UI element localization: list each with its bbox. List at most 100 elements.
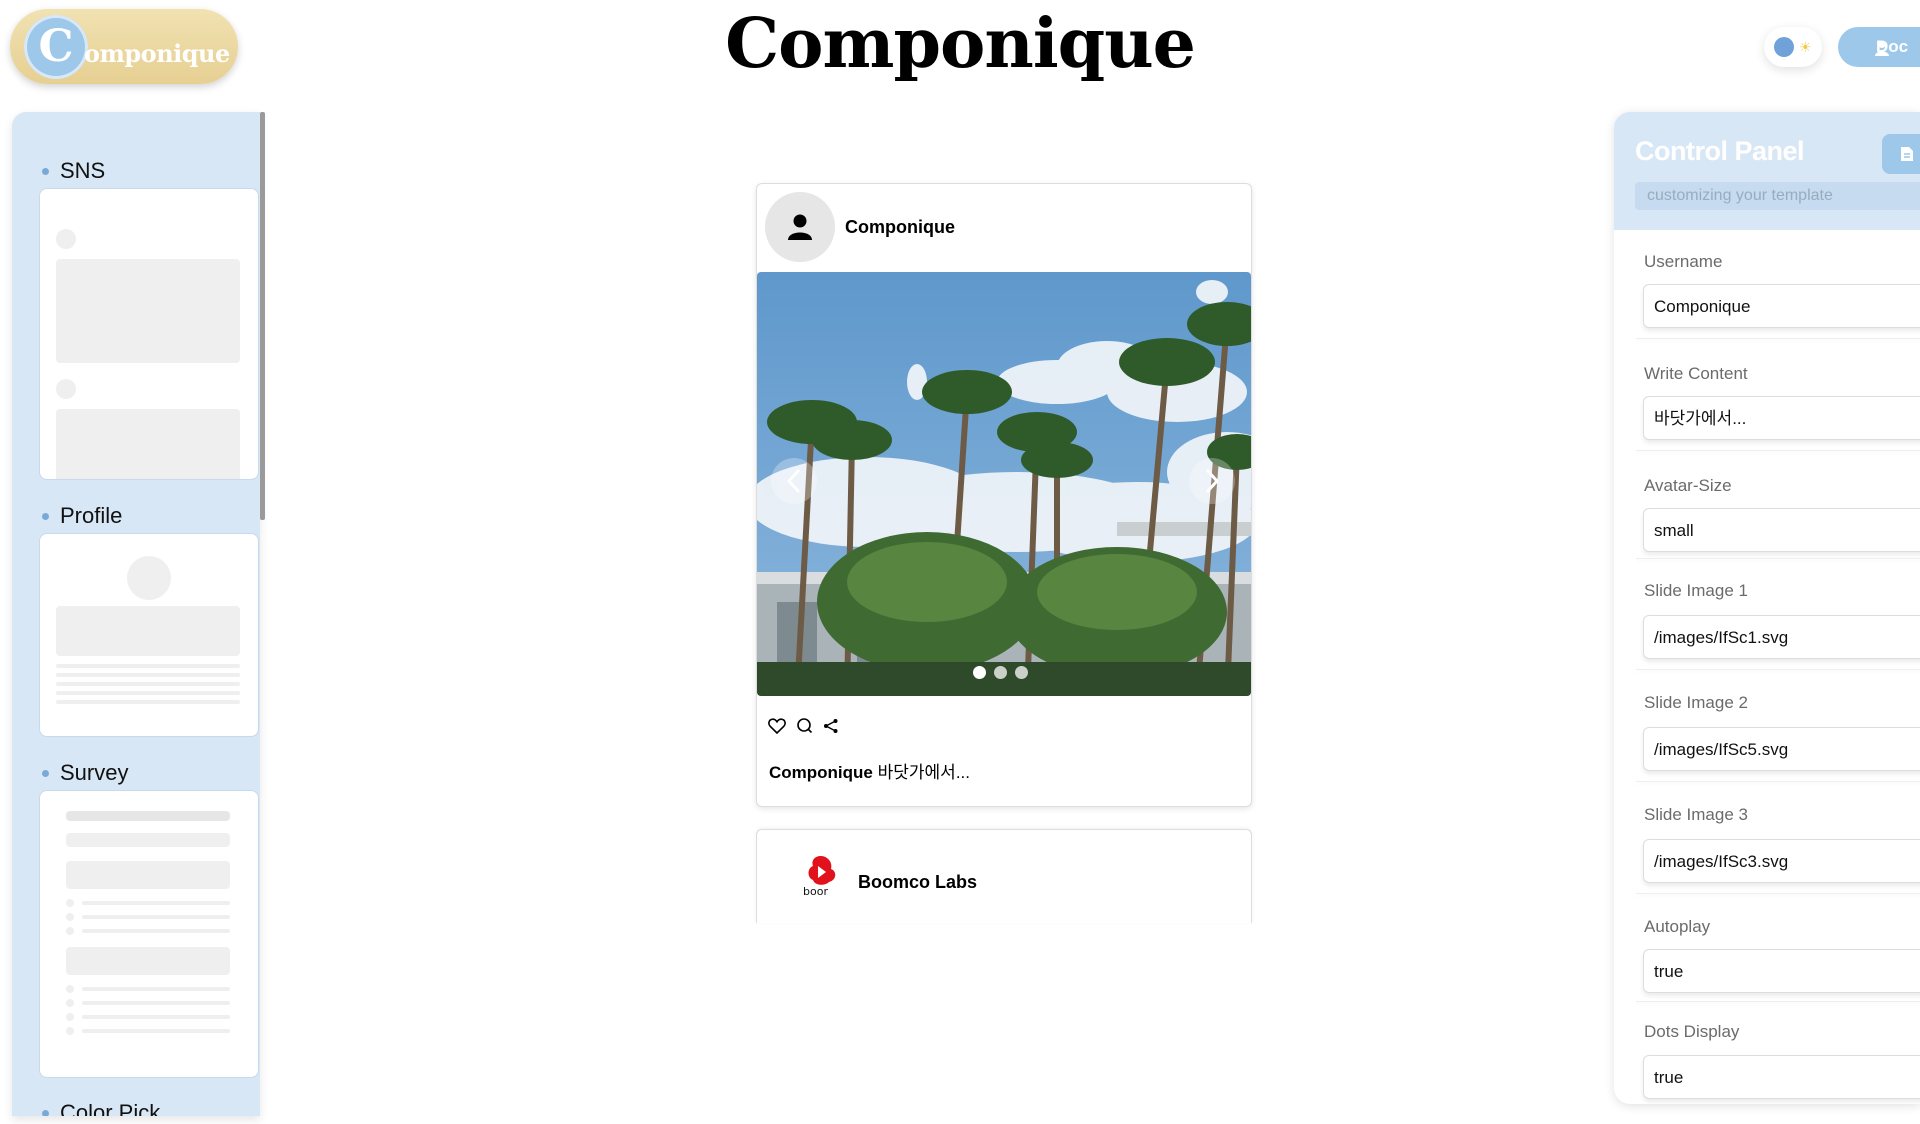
sidebar-section-label: Profile bbox=[60, 503, 123, 528]
sidebar-section-profile[interactable]: Profile bbox=[42, 503, 122, 529]
sidebar-section-label: SNS bbox=[60, 158, 106, 183]
skeleton-line bbox=[66, 811, 230, 821]
skeleton-image bbox=[56, 259, 240, 363]
skeleton-check bbox=[66, 985, 74, 993]
boomco-logo-text: boor bbox=[803, 885, 828, 898]
caption-text: 바닷가에서... bbox=[872, 763, 970, 782]
sns-preview-card[interactable] bbox=[39, 188, 259, 480]
chevron-right-icon bbox=[1205, 468, 1220, 494]
autoplay-select[interactable]: true bbox=[1643, 949, 1920, 993]
field-label-avatar-size: Avatar-Size bbox=[1644, 476, 1732, 495]
avatar-size-select[interactable]: small bbox=[1643, 508, 1920, 552]
profile-preview-card[interactable] bbox=[39, 533, 259, 737]
bullet-icon bbox=[42, 167, 49, 175]
skeleton-line bbox=[82, 1001, 230, 1005]
skeleton-line bbox=[56, 682, 240, 686]
slide-image-3-input[interactable]: /images/IfSc3.svg bbox=[1643, 839, 1920, 883]
slider-dots bbox=[973, 666, 1028, 679]
bullet-icon bbox=[42, 769, 49, 777]
survey-preview-card[interactable] bbox=[39, 790, 259, 1078]
post-caption: Componique 바닷가에서... bbox=[769, 758, 970, 783]
docs-button[interactable]: Doc bbox=[1838, 27, 1920, 67]
skeleton-line bbox=[66, 833, 230, 847]
copy-code-button[interactable] bbox=[1882, 134, 1920, 174]
chevron-left-icon bbox=[786, 468, 801, 494]
comment-icon[interactable] bbox=[796, 717, 813, 734]
skeleton-line bbox=[82, 987, 230, 991]
skeleton-block bbox=[66, 861, 230, 889]
dots-display-select[interactable]: true bbox=[1643, 1055, 1920, 1099]
skeleton-image bbox=[56, 409, 240, 479]
skeleton-line bbox=[82, 1015, 230, 1019]
slider-dot[interactable] bbox=[994, 666, 1007, 679]
sns-post: boor Boomco Labs bbox=[756, 829, 1252, 923]
skeleton-block bbox=[66, 947, 230, 975]
slider-dot[interactable] bbox=[1015, 666, 1028, 679]
skeleton-line bbox=[82, 929, 230, 933]
skeleton-check bbox=[66, 927, 74, 935]
document-icon bbox=[1901, 147, 1913, 161]
field-label-write-content: Write Content bbox=[1644, 364, 1748, 383]
user-icon bbox=[788, 214, 812, 240]
skeleton-line bbox=[82, 901, 230, 905]
sidebar-section-label: Survey bbox=[60, 760, 129, 785]
sidebar-section-sns[interactable]: SNS bbox=[42, 158, 105, 184]
sidebar-section-label: Color Pick bbox=[60, 1100, 161, 1116]
heart-icon[interactable] bbox=[768, 717, 786, 734]
bullet-icon bbox=[42, 512, 49, 520]
prev-slide-button[interactable] bbox=[771, 458, 817, 504]
slider-dot[interactable] bbox=[973, 666, 986, 679]
field-label-slide-image-1: Slide Image 1 bbox=[1644, 581, 1748, 600]
sidebar-section-color-pick[interactable]: Color Pick bbox=[42, 1100, 160, 1116]
skeleton-line bbox=[56, 664, 240, 668]
field-divider bbox=[1636, 338, 1920, 339]
skeleton-check bbox=[66, 999, 74, 1007]
skeleton-line bbox=[56, 673, 240, 677]
caption-username[interactable]: Componique bbox=[769, 763, 873, 782]
field-divider bbox=[1636, 781, 1920, 782]
sidebar-scrollbar[interactable] bbox=[260, 112, 265, 520]
control-panel-subtitle: customizing your template bbox=[1635, 182, 1920, 210]
field-divider bbox=[1636, 558, 1920, 559]
sidebar-section-survey[interactable]: Survey bbox=[42, 760, 128, 786]
palm-tree-photo bbox=[757, 272, 1251, 696]
page-title: Componique bbox=[725, 4, 1196, 84]
field-divider bbox=[1636, 893, 1920, 894]
next-slide-button[interactable] bbox=[1189, 458, 1235, 504]
slide-image-2-input[interactable]: /images/IfSc5.svg bbox=[1643, 727, 1920, 771]
post-username[interactable]: Componique bbox=[845, 217, 955, 238]
skeleton-check bbox=[66, 913, 74, 921]
skeleton-line bbox=[82, 1029, 230, 1033]
skeleton-line bbox=[82, 915, 230, 919]
field-label-dots-display: Dots Display bbox=[1644, 1022, 1740, 1041]
control-panel-title: Control Panel bbox=[1635, 136, 1805, 166]
skeleton-block bbox=[56, 606, 240, 656]
skeleton-line bbox=[56, 700, 240, 704]
image-slider[interactable] bbox=[757, 272, 1251, 696]
bullet-icon bbox=[42, 1109, 49, 1116]
skeleton-avatar bbox=[56, 229, 76, 249]
field-label-slide-image-3: Slide Image 3 bbox=[1644, 805, 1748, 824]
skeleton-check bbox=[66, 899, 74, 907]
skeleton-line bbox=[56, 691, 240, 695]
field-divider bbox=[1636, 450, 1920, 451]
field-label-username: Username bbox=[1644, 252, 1723, 271]
post-username[interactable]: Boomco Labs bbox=[858, 872, 977, 893]
write-content-input[interactable]: 바닷가에서... bbox=[1643, 396, 1920, 440]
share-icon[interactable] bbox=[823, 718, 839, 734]
boomco-logo[interactable]: boor bbox=[803, 854, 839, 900]
component-sidebar: SNS Profile Survey Color Pick bbox=[12, 112, 260, 1116]
post-actions bbox=[768, 717, 839, 734]
username-input[interactable]: Componique bbox=[1643, 284, 1920, 328]
avatar[interactable] bbox=[765, 192, 835, 262]
field-label-slide-image-2: Slide Image 2 bbox=[1644, 693, 1748, 712]
field-label-autoplay: Autoplay bbox=[1644, 917, 1711, 936]
slide-image-1-input[interactable]: /images/IfSc1.svg bbox=[1643, 615, 1920, 659]
control-panel-header: Control Panel customizing your template bbox=[1614, 112, 1920, 230]
sun-icon: ☀ bbox=[1799, 39, 1812, 55]
skeleton-avatar bbox=[56, 379, 76, 399]
theme-toggle[interactable]: ☀ bbox=[1764, 27, 1822, 67]
user-icon bbox=[1875, 41, 1889, 56]
control-panel: Control Panel customizing your template … bbox=[1614, 112, 1920, 1104]
field-divider bbox=[1636, 1001, 1920, 1002]
